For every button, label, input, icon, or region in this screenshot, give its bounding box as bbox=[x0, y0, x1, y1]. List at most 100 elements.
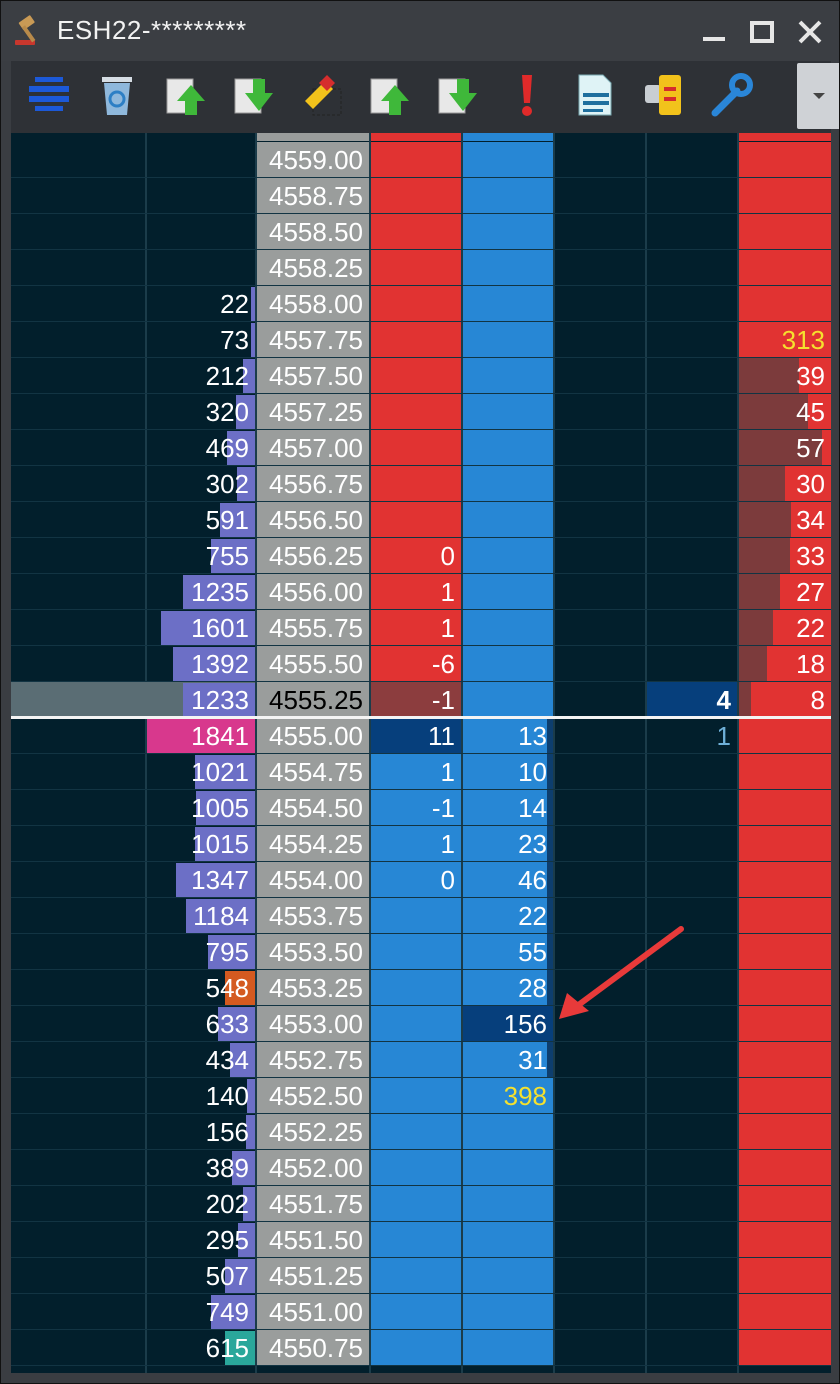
ask-cell[interactable] bbox=[371, 1258, 461, 1293]
ask-cell[interactable] bbox=[371, 1114, 461, 1149]
ladder-row[interactable]: 633 4553.00 156 bbox=[11, 1006, 831, 1042]
ask-cell[interactable]: -1 bbox=[371, 682, 461, 717]
ask-cell[interactable] bbox=[371, 133, 461, 141]
ask-cell[interactable]: 1 bbox=[371, 826, 461, 861]
bid-cell[interactable]: 14 bbox=[463, 790, 553, 825]
bid-cell[interactable] bbox=[463, 322, 553, 357]
ladder-row[interactable]: 295 4551.50 bbox=[11, 1222, 831, 1258]
ladder-row[interactable]: 140 4552.50 398 bbox=[11, 1078, 831, 1114]
ladder-row[interactable]: 548 4553.25 28 bbox=[11, 970, 831, 1006]
bid-cell[interactable] bbox=[463, 1186, 553, 1221]
ladder-row[interactable]: 302 4556.75 30 bbox=[11, 466, 831, 502]
ladder-row[interactable]: 615 4550.75 bbox=[11, 1330, 831, 1366]
maximize-icon[interactable] bbox=[745, 15, 779, 49]
ladder-row[interactable]: 1233 4555.25 -1 4 8 bbox=[11, 682, 831, 718]
ladder-row[interactable]: 1015 4554.25 1 23 bbox=[11, 826, 831, 862]
bid-cell[interactable] bbox=[463, 1294, 553, 1329]
ask-cell[interactable] bbox=[371, 1150, 461, 1185]
ladder-row[interactable]: 1601 4555.75 1 22 bbox=[11, 610, 831, 646]
bid-cell[interactable]: 46 bbox=[463, 862, 553, 897]
ladder-row[interactable]: 320 4557.25 45 bbox=[11, 394, 831, 430]
bid-cell[interactable] bbox=[463, 430, 553, 465]
ask-cell[interactable] bbox=[371, 1222, 461, 1257]
settings-icon[interactable] bbox=[699, 65, 761, 127]
ask-cell[interactable]: 1 bbox=[371, 574, 461, 609]
price-ladder[interactable]: 4559.00 4558.75 4558.50 4558.25 22 4558.00 73 4… bbox=[11, 133, 831, 1373]
ask-cell[interactable] bbox=[371, 466, 461, 501]
bid-cell[interactable] bbox=[463, 358, 553, 393]
bid-cell[interactable] bbox=[463, 133, 553, 141]
center-ladder-icon[interactable] bbox=[17, 65, 79, 127]
connect-icon[interactable] bbox=[631, 65, 693, 127]
sell-arrow-icon[interactable] bbox=[427, 65, 489, 127]
ladder-row[interactable]: 1235 4556.00 1 27 bbox=[11, 574, 831, 610]
ladder-row[interactable]: 22 4558.00 bbox=[11, 286, 831, 322]
ladder-row[interactable]: 434 4552.75 31 bbox=[11, 1042, 831, 1078]
ask-cell[interactable] bbox=[371, 1294, 461, 1329]
ask-cell[interactable] bbox=[371, 250, 461, 285]
bid-cell[interactable] bbox=[463, 250, 553, 285]
bid-cell[interactable]: 10 bbox=[463, 754, 553, 789]
ask-cell[interactable]: 1 bbox=[371, 754, 461, 789]
ask-cell[interactable] bbox=[371, 214, 461, 249]
ladder-row[interactable]: 1021 4554.75 1 10 bbox=[11, 754, 831, 790]
bid-cell[interactable] bbox=[463, 646, 553, 681]
ask-cell[interactable] bbox=[371, 898, 461, 933]
ladder-row[interactable]: 4558.75 bbox=[11, 178, 831, 214]
ladder-row[interactable]: 749 4551.00 bbox=[11, 1294, 831, 1330]
ladder-row[interactable]: 4559.00 bbox=[11, 142, 831, 178]
ladder-row[interactable]: 389 4552.00 bbox=[11, 1150, 831, 1186]
buy-arrow-icon[interactable] bbox=[359, 65, 421, 127]
bid-cell[interactable] bbox=[463, 502, 553, 537]
bid-cell[interactable] bbox=[463, 394, 553, 429]
alert-icon[interactable] bbox=[495, 65, 557, 127]
order-cell[interactable]: 4 bbox=[647, 682, 737, 717]
ladder-row[interactable]: 1184 4553.75 22 bbox=[11, 898, 831, 934]
clear-orders-icon[interactable] bbox=[291, 65, 353, 127]
bid-cell[interactable]: 398 bbox=[463, 1078, 553, 1113]
bid-cell[interactable] bbox=[463, 178, 553, 213]
close-icon[interactable] bbox=[793, 15, 827, 49]
ask-cell[interactable] bbox=[371, 1186, 461, 1221]
ask-cell[interactable]: 0 bbox=[371, 538, 461, 573]
ladder-row[interactable]: 507 4551.25 bbox=[11, 1258, 831, 1294]
ladder-row[interactable]: 1841 4555.00 11 13 1 bbox=[11, 718, 831, 754]
ask-cell[interactable]: 0 bbox=[371, 862, 461, 897]
bid-cell[interactable] bbox=[463, 286, 553, 321]
ask-cell[interactable] bbox=[371, 970, 461, 1005]
bid-cell[interactable] bbox=[463, 466, 553, 501]
ask-cell[interactable]: 11 bbox=[371, 718, 461, 753]
ask-cell[interactable] bbox=[371, 358, 461, 393]
ask-cell[interactable] bbox=[371, 178, 461, 213]
ladder-row[interactable]: 755 4556.25 0 33 bbox=[11, 538, 831, 574]
bid-cell[interactable] bbox=[463, 682, 553, 717]
bid-cell[interactable] bbox=[463, 610, 553, 645]
ask-cell[interactable] bbox=[371, 1006, 461, 1041]
ladder-row[interactable]: 73 4557.75 313 bbox=[11, 322, 831, 358]
ask-cell[interactable] bbox=[371, 322, 461, 357]
ask-cell[interactable] bbox=[371, 142, 461, 177]
ladder-row[interactable]: 795 4553.50 55 bbox=[11, 934, 831, 970]
ladder-row[interactable]: 202 4551.75 bbox=[11, 1186, 831, 1222]
minimize-icon[interactable] bbox=[697, 15, 731, 49]
ask-cell[interactable] bbox=[371, 1042, 461, 1077]
ask-cell[interactable] bbox=[371, 430, 461, 465]
sell-arrow-icon[interactable] bbox=[223, 65, 285, 127]
ladder-row[interactable]: 4558.25 bbox=[11, 250, 831, 286]
recycle-bin-icon[interactable] bbox=[85, 65, 147, 127]
bid-cell[interactable] bbox=[463, 1222, 553, 1257]
bid-cell[interactable] bbox=[463, 214, 553, 249]
bid-cell[interactable]: 55 bbox=[463, 934, 553, 969]
report-icon[interactable] bbox=[563, 65, 625, 127]
bid-cell[interactable] bbox=[463, 1114, 553, 1149]
bid-cell[interactable]: 23 bbox=[463, 826, 553, 861]
ask-cell[interactable] bbox=[371, 1078, 461, 1113]
bid-cell[interactable] bbox=[463, 1150, 553, 1185]
bid-cell[interactable] bbox=[463, 574, 553, 609]
toolbar-dropdown[interactable] bbox=[797, 63, 839, 129]
ask-cell[interactable]: -6 bbox=[371, 646, 461, 681]
bid-cell[interactable]: 22 bbox=[463, 898, 553, 933]
order-cell[interactable]: 1 bbox=[647, 718, 737, 753]
bid-cell[interactable]: 28 bbox=[463, 970, 553, 1005]
bid-cell[interactable] bbox=[463, 1258, 553, 1293]
